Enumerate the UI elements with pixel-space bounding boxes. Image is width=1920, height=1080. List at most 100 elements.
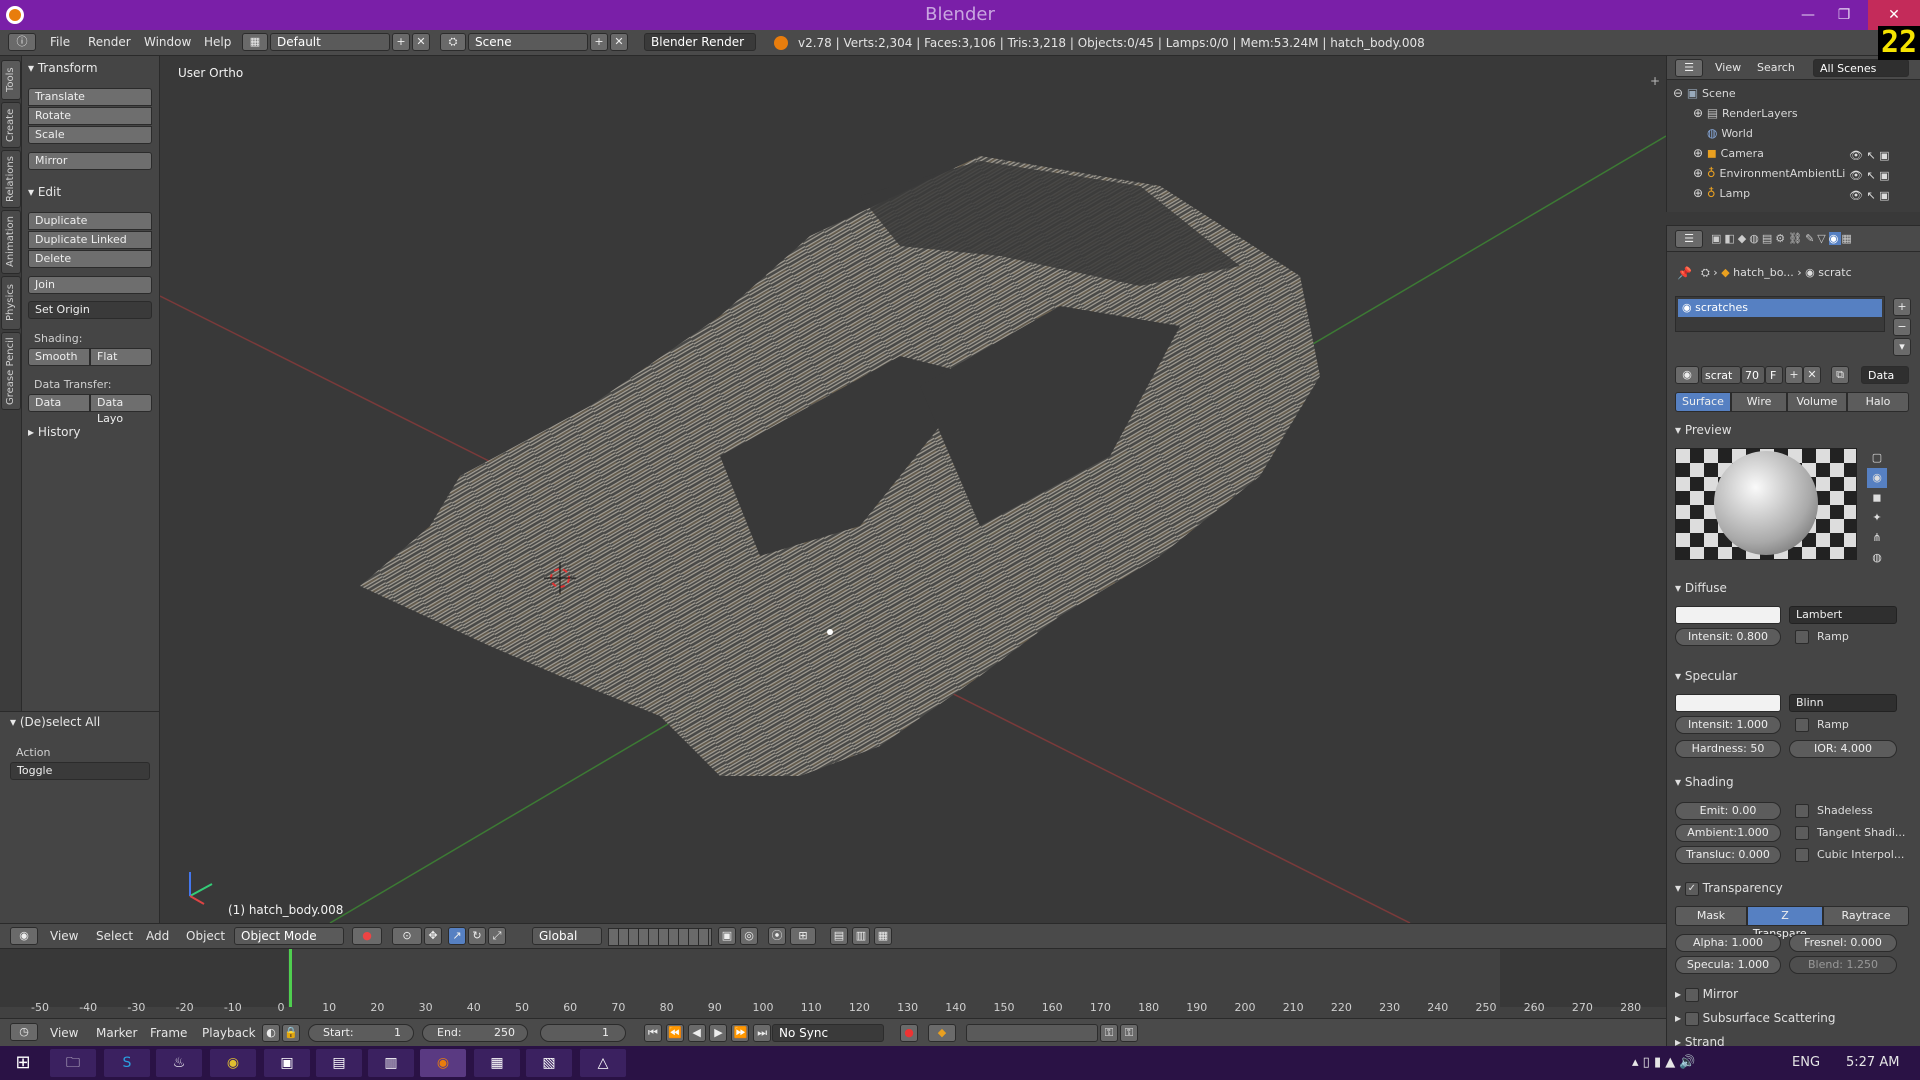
prev-keyframe-icon[interactable]: ⏪ xyxy=(665,1024,684,1042)
minimize-button[interactable]: — xyxy=(1788,0,1828,30)
shadeless-checkbox[interactable] xyxy=(1795,804,1809,818)
fresnel-field[interactable]: Fresnel: 0.000 xyxy=(1789,934,1897,952)
tab-halo[interactable]: Halo xyxy=(1847,392,1909,412)
transparency-panel-header[interactable]: ▾ ✓ Transparency xyxy=(1675,878,1909,898)
taskbar-blender[interactable]: ◉ xyxy=(420,1049,466,1077)
render-animation-icon[interactable]: ▥ xyxy=(852,927,870,945)
specula-field[interactable]: Specula: 1.000 xyxy=(1675,956,1781,974)
taskbar-app[interactable]: ▦ xyxy=(474,1049,520,1077)
set-origin-dropdown[interactable]: Set Origin xyxy=(28,301,152,319)
layout-field[interactable]: Default xyxy=(270,33,390,51)
preview-panel-header[interactable]: ▾ Preview xyxy=(1675,420,1909,440)
tab-wire[interactable]: Wire xyxy=(1731,392,1787,412)
taskbar-app[interactable]: ▧ xyxy=(526,1049,572,1077)
menu-render[interactable]: Render xyxy=(88,35,131,49)
menu-object[interactable]: Object xyxy=(186,929,225,943)
diffuse-ramp-checkbox[interactable] xyxy=(1795,630,1809,644)
diffuse-panel-header[interactable]: ▾ Diffuse xyxy=(1675,578,1909,598)
diffuse-shader-dropdown[interactable]: Lambert xyxy=(1789,606,1897,624)
tl-menu-frame[interactable]: Frame xyxy=(150,1026,187,1040)
duplicate-linked-button[interactable]: Duplicate Linked xyxy=(28,231,152,249)
start-button[interactable]: ⊞ xyxy=(0,1046,46,1080)
pin-icon[interactable]: 📌 xyxy=(1677,266,1692,280)
tl-menu-marker[interactable]: Marker xyxy=(96,1026,137,1040)
scene-icon[interactable]: ⛭ xyxy=(440,33,466,51)
editor-type-3d-icon[interactable]: ◉ xyxy=(10,927,38,945)
sss-checkbox[interactable] xyxy=(1684,1011,1699,1026)
end-frame-field[interactable]: End: 250 xyxy=(422,1024,528,1042)
taskbar-app[interactable]: ▤ xyxy=(316,1049,362,1077)
lock-time-icon[interactable]: 🔒 xyxy=(282,1024,300,1042)
render-preview-icon[interactable]: ▤ xyxy=(830,927,848,945)
mirror-checkbox[interactable] xyxy=(1684,987,1699,1002)
menu-view[interactable]: View xyxy=(50,929,78,943)
menu-select[interactable]: Select xyxy=(96,929,133,943)
specular-panel-header[interactable]: ▾ Specular xyxy=(1675,666,1909,686)
tab-tools[interactable]: Tools xyxy=(1,60,21,100)
duplicate-button[interactable]: Duplicate xyxy=(28,212,152,230)
tl-menu-playback[interactable]: Playback xyxy=(202,1026,256,1040)
data-transfer-button[interactable]: Data xyxy=(28,394,90,412)
edit-panel-header[interactable]: ▾ Edit xyxy=(28,182,158,202)
render-engine-dropdown[interactable]: Blender Render xyxy=(644,33,756,51)
layout-icon[interactable]: ▦ xyxy=(242,33,268,51)
add-panel-icon[interactable]: + xyxy=(1650,74,1660,88)
slot-menu-icon[interactable]: ▾ xyxy=(1893,338,1911,356)
material-link-dropdown[interactable]: Data xyxy=(1861,366,1909,384)
material-users-count[interactable]: 70 xyxy=(1741,366,1765,384)
tab-relations[interactable]: Relations xyxy=(1,150,21,208)
sss-panel-header[interactable]: ▸ Subsurface Scattering xyxy=(1675,1008,1909,1028)
sync-dropdown[interactable]: No Sync xyxy=(772,1024,884,1042)
layout-remove-icon[interactable]: ✕ xyxy=(412,33,430,51)
shading-mode-icon[interactable]: ● xyxy=(352,927,382,945)
visibility-icons[interactable]: 👁 ↖ ▣ 👁 ↖ ▣ 👁 ↖ ▣ xyxy=(1849,146,1919,206)
emit-field[interactable]: Emit: 0.00 xyxy=(1675,802,1781,820)
outliner-row-scene[interactable]: ⊖ ▣ Scene xyxy=(1673,86,1913,100)
new-material-icon[interactable]: + xyxy=(1785,366,1803,384)
mode-dropdown[interactable]: Object Mode xyxy=(234,927,344,945)
menu-window[interactable]: Window xyxy=(144,35,191,49)
outliner-menu-view[interactable]: View xyxy=(1715,61,1741,74)
transparency-checkbox[interactable]: ✓ xyxy=(1684,881,1699,896)
taskbar-app[interactable]: ▥ xyxy=(368,1049,414,1077)
insert-keyframe-icon[interactable]: ⚿ xyxy=(1100,1024,1118,1042)
scale-button[interactable]: Scale xyxy=(28,126,152,144)
start-frame-field[interactable]: Start: 1 xyxy=(308,1024,414,1042)
alpha-field[interactable]: Alpha: 1.000 xyxy=(1675,934,1781,952)
tab-animation[interactable]: Animation xyxy=(1,210,21,274)
rotate-manipulator-icon[interactable]: ↻ xyxy=(468,927,486,945)
delete-keyframe-icon[interactable]: ⚿ xyxy=(1120,1024,1138,1042)
ior-field[interactable]: IOR: 4.000 xyxy=(1789,740,1897,758)
material-slot-list[interactable]: ◉ scratches xyxy=(1675,296,1885,332)
data-layout-button[interactable]: Data Layo xyxy=(90,394,152,425)
taskbar-file-explorer[interactable]: 🗀 xyxy=(50,1049,96,1077)
scene-add-icon[interactable]: + xyxy=(590,33,608,51)
deselect-all-header[interactable]: ▾ (De)select All xyxy=(10,712,140,732)
opengl-render-icon[interactable]: ▦ xyxy=(874,927,892,945)
jump-end-icon[interactable]: ⏭ xyxy=(753,1024,772,1042)
outliner-row-renderlayers[interactable]: ⊕ ▤ RenderLayers xyxy=(1693,106,1913,120)
lock-layers-icon[interactable]: ▣ xyxy=(718,927,736,945)
current-frame-marker[interactable] xyxy=(289,949,292,1007)
taskbar-chrome[interactable]: ◉ xyxy=(210,1049,256,1077)
taskbar-skype[interactable]: S xyxy=(104,1049,150,1077)
use-preview-range-icon[interactable]: ◐ xyxy=(262,1024,280,1042)
action-dropdown[interactable]: Toggle xyxy=(10,762,150,780)
transparency-raytrace-button[interactable]: Raytrace xyxy=(1823,906,1909,926)
transluc-field[interactable]: Transluc: 0.000 xyxy=(1675,846,1781,864)
specular-intensity-field[interactable]: Intensit: 1.000 xyxy=(1675,716,1781,734)
viewport-scene[interactable] xyxy=(160,56,1666,923)
tab-volume[interactable]: Volume xyxy=(1787,392,1847,412)
delete-button[interactable]: Delete xyxy=(28,250,152,268)
scene-field[interactable]: Scene xyxy=(468,33,588,51)
material-name-field[interactable]: scrat xyxy=(1701,366,1741,384)
editor-type-timeline-icon[interactable]: ◷ xyxy=(10,1023,38,1041)
tray-icons[interactable]: ▴ ▯ ▮ ▲ 🔊 xyxy=(1632,1055,1696,1070)
hatch-body-mesh[interactable] xyxy=(360,156,1320,776)
join-button[interactable]: Join xyxy=(28,276,152,294)
taskbar-steam[interactable]: ♨ xyxy=(156,1049,202,1077)
flat-button[interactable]: Flat xyxy=(90,348,152,366)
orientation-dropdown[interactable]: Global xyxy=(532,927,602,945)
history-panel-header[interactable]: ▸ History xyxy=(28,422,158,442)
layer-buttons[interactable] xyxy=(608,928,712,946)
